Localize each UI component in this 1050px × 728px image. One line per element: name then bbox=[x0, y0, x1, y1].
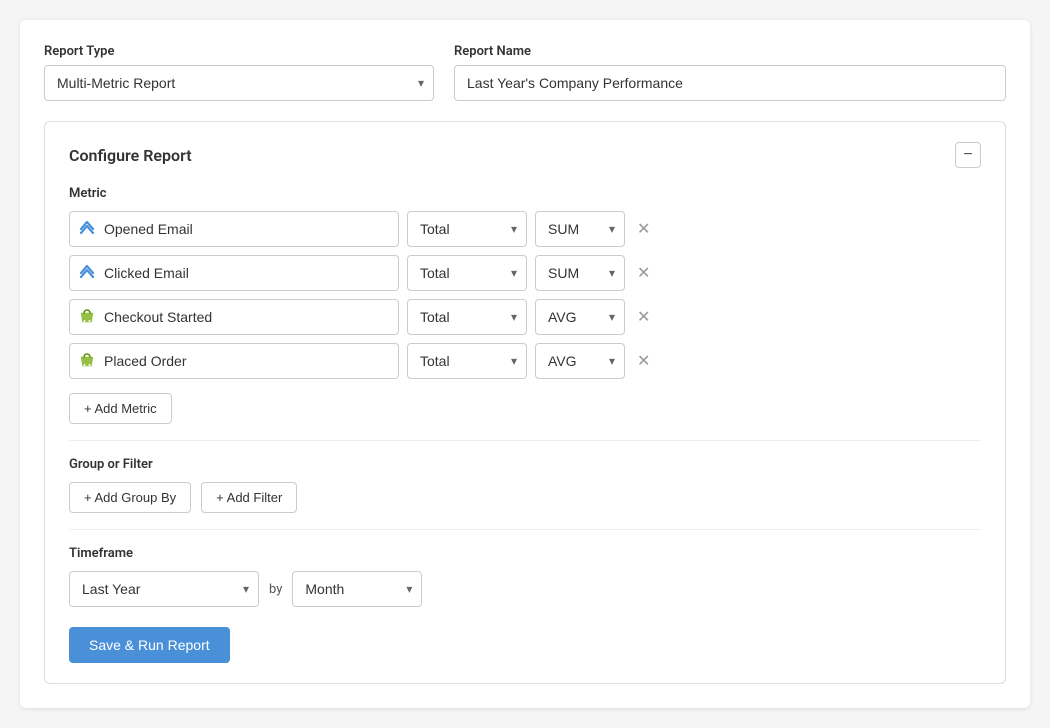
metric-row: Clicked Email Total Unique SUM AVG COUNT… bbox=[69, 255, 981, 291]
remove-metric-button[interactable]: ✕ bbox=[633, 215, 654, 243]
top-row: Report Type Multi-Metric Report Single M… bbox=[44, 44, 1006, 101]
report-name-label: Report Name bbox=[454, 44, 1006, 59]
function-select[interactable]: SUM AVG COUNT bbox=[535, 211, 625, 247]
metric-section-label: Metric bbox=[69, 186, 981, 201]
report-type-group: Report Type Multi-Metric Report Single M… bbox=[44, 44, 434, 101]
function-select-wrapper: AVG SUM COUNT bbox=[535, 343, 625, 379]
group-filter-row: + Add Group By + Add Filter bbox=[69, 482, 981, 513]
metric-name-select[interactable]: Opened Email bbox=[69, 211, 399, 247]
report-name-group: Report Name bbox=[454, 44, 1006, 101]
metric-name-select-wrapper: Opened Email bbox=[69, 211, 399, 247]
save-run-button[interactable]: Save & Run Report bbox=[69, 627, 230, 663]
collapse-button[interactable]: − bbox=[955, 142, 981, 168]
timeframe-select-wrapper: Last Year This Year Last 30 Days Last 90… bbox=[69, 571, 259, 607]
timeframe-select[interactable]: Last Year This Year Last 30 Days Last 90… bbox=[69, 571, 259, 607]
add-group-button[interactable]: + Add Group By bbox=[69, 482, 191, 513]
collapse-icon: − bbox=[963, 146, 972, 164]
month-select-wrapper: Month Week Day Quarter bbox=[292, 571, 422, 607]
report-type-label: Report Type bbox=[44, 44, 434, 59]
metric-name-select[interactable]: Clicked Email bbox=[69, 255, 399, 291]
remove-metric-button[interactable]: ✕ bbox=[633, 347, 654, 375]
timeframe-row: Last Year This Year Last 30 Days Last 90… bbox=[69, 571, 981, 607]
aggregation-select[interactable]: Total Unique bbox=[407, 255, 527, 291]
function-select-wrapper: SUM AVG COUNT bbox=[535, 255, 625, 291]
month-select[interactable]: Month Week Day Quarter bbox=[292, 571, 422, 607]
metric-rows-container: Opened Email Total Unique SUM AVG COUNT … bbox=[69, 211, 981, 379]
timeframe-label: Timeframe bbox=[69, 546, 981, 561]
metric-name-select[interactable]: Checkout Started bbox=[69, 299, 399, 335]
divider-2 bbox=[69, 529, 981, 530]
by-label: by bbox=[269, 582, 282, 597]
remove-metric-button[interactable]: ✕ bbox=[633, 303, 654, 331]
function-select[interactable]: AVG SUM COUNT bbox=[535, 299, 625, 335]
configure-panel: Configure Report − Metric Opened Email T… bbox=[44, 121, 1006, 684]
function-select[interactable]: SUM AVG COUNT bbox=[535, 255, 625, 291]
page-wrapper: Report Type Multi-Metric Report Single M… bbox=[20, 20, 1030, 708]
function-select-wrapper: SUM AVG COUNT bbox=[535, 211, 625, 247]
metric-row: Opened Email Total Unique SUM AVG COUNT … bbox=[69, 211, 981, 247]
metric-row: Checkout Started Total Unique AVG SUM CO… bbox=[69, 299, 981, 335]
report-type-select-wrapper: Multi-Metric Report Single Metric Report bbox=[44, 65, 434, 101]
add-metric-button[interactable]: + Add Metric bbox=[69, 393, 172, 424]
configure-title: Configure Report bbox=[69, 146, 192, 165]
metric-name-select[interactable]: Placed Order bbox=[69, 343, 399, 379]
report-type-select[interactable]: Multi-Metric Report Single Metric Report bbox=[44, 65, 434, 101]
aggregation-select-wrapper: Total Unique bbox=[407, 299, 527, 335]
add-filter-button[interactable]: + Add Filter bbox=[201, 482, 297, 513]
group-filter-label: Group or Filter bbox=[69, 457, 981, 472]
aggregation-select[interactable]: Total Unique bbox=[407, 343, 527, 379]
configure-header: Configure Report − bbox=[69, 142, 981, 168]
divider-1 bbox=[69, 440, 981, 441]
aggregation-select[interactable]: Total Unique bbox=[407, 299, 527, 335]
aggregation-select-wrapper: Total Unique bbox=[407, 255, 527, 291]
metric-name-select-wrapper: Placed Order bbox=[69, 343, 399, 379]
remove-metric-button[interactable]: ✕ bbox=[633, 259, 654, 287]
metric-name-select-wrapper: Checkout Started bbox=[69, 299, 399, 335]
metric-name-select-wrapper: Clicked Email bbox=[69, 255, 399, 291]
function-select[interactable]: AVG SUM COUNT bbox=[535, 343, 625, 379]
aggregation-select-wrapper: Total Unique bbox=[407, 211, 527, 247]
aggregation-select-wrapper: Total Unique bbox=[407, 343, 527, 379]
aggregation-select[interactable]: Total Unique bbox=[407, 211, 527, 247]
function-select-wrapper: AVG SUM COUNT bbox=[535, 299, 625, 335]
report-name-input[interactable] bbox=[454, 65, 1006, 101]
metric-row: Placed Order Total Unique AVG SUM COUNT … bbox=[69, 343, 981, 379]
